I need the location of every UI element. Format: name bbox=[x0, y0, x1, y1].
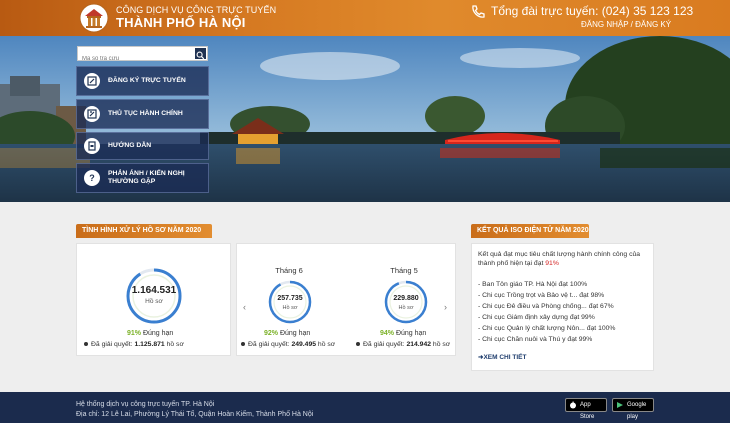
iso-title: KẾT QUẢ ISO ĐIỆN TỬ NĂM 2020 bbox=[471, 224, 589, 238]
search-button[interactable] bbox=[195, 48, 206, 60]
total-number: 1.164.531 bbox=[131, 285, 177, 296]
total-progress-ring bbox=[126, 268, 182, 324]
month-label: Tháng 5 bbox=[390, 266, 418, 275]
month-unit: Hồ sơ bbox=[282, 305, 298, 311]
menu-label: THỦ TỤC HÀNH CHÍNH bbox=[108, 110, 183, 117]
procedure-icon bbox=[84, 106, 100, 122]
menu-label-multiline: PHẢN ÁNH / KIẾN NGHỊ THƯỜNG GẶP bbox=[108, 170, 185, 186]
iso-intro: Kết quả đạt mục tiêu chất lượng hành chí… bbox=[478, 250, 650, 268]
list-item: - Chi cục Trồng trọt và Bảo vệ t... đạt … bbox=[478, 292, 605, 299]
search-input[interactable] bbox=[78, 52, 190, 66]
solved-value: 249.495 bbox=[291, 341, 317, 348]
menu-label: HƯỚNG DẪN bbox=[108, 142, 152, 149]
solved-label: Đã giải quyết: bbox=[248, 341, 292, 348]
month-pct-label: Đúng hạn bbox=[394, 330, 427, 337]
register-link[interactable]: ĐĂNG KÝ bbox=[635, 20, 671, 29]
question-icon: ? bbox=[84, 170, 100, 186]
solved-value: 214.942 bbox=[406, 341, 432, 348]
month-pct: 94% bbox=[380, 330, 395, 337]
month-pct-label: Đúng hạn bbox=[278, 330, 311, 337]
brand-title: THÀNH PHỐ HÀ NỘI bbox=[116, 15, 246, 30]
month-progress-ring bbox=[268, 280, 312, 324]
solved-unit: hồ sơ bbox=[164, 341, 184, 348]
brand-subtitle: CÔNG DỊCH VỤ CÔNG TRỰC TUYẾN bbox=[116, 5, 277, 15]
list-item: - Chi cục Giám định xây dựng đạt 99% bbox=[478, 314, 595, 321]
register-icon bbox=[84, 73, 100, 89]
menu-register-online[interactable]: ĐĂNG KÝ TRỰC TUYẾN bbox=[76, 66, 209, 96]
month-number: 257.735 bbox=[277, 295, 303, 302]
search-icon bbox=[196, 51, 205, 60]
total-pct-label: Đúng hạn bbox=[141, 330, 174, 337]
view-details-link[interactable]: ➜XEM CHI TIẾT bbox=[478, 353, 526, 361]
hotline-text: Tổng đài trực tuyến: (024) 35 123 123 bbox=[491, 4, 694, 18]
menu-label-line1: PHẢN ÁNH / KIẾN NGHỊ bbox=[108, 170, 185, 177]
total-solved: Đã giải quyết: 1.125.871 hồ sơ bbox=[84, 341, 184, 348]
menu-feedback[interactable]: ? PHẢN ÁNH / KIẾN NGHỊ THƯỜNG GẶP bbox=[76, 163, 209, 193]
prev-arrow-icon[interactable]: ‹ bbox=[243, 302, 246, 312]
total-ontime: 91% Đúng hạn bbox=[127, 330, 173, 337]
phone-icon bbox=[472, 5, 485, 18]
month-number: 229.880 bbox=[393, 295, 419, 302]
menu-guide[interactable]: HƯỚNG DẪN bbox=[76, 132, 209, 160]
total-unit: Hồ sơ bbox=[145, 298, 163, 305]
solved-label: Đã giải quyết: bbox=[91, 341, 135, 348]
solved-label: Đã giải quyết: bbox=[363, 341, 407, 348]
solved-unit: hồ sơ bbox=[316, 341, 336, 348]
month-ontime: 94% Đúng hạn bbox=[380, 330, 426, 337]
list-item: - Ban Tôn giáo TP. Hà Nội đạt 100% bbox=[478, 281, 588, 288]
month-unit: Hồ sơ bbox=[398, 305, 414, 311]
month-solved: Đã giải quyết: 214.942 hồ sơ bbox=[356, 341, 450, 348]
month-ontime: 92% Đúng hạn bbox=[264, 330, 310, 337]
auth-links: ĐĂNG NHẬP / ĐĂNG KÝ bbox=[581, 20, 671, 29]
next-arrow-icon[interactable]: › bbox=[444, 302, 447, 312]
solved-unit: hồ sơ bbox=[431, 341, 451, 348]
appstore-label: App Store bbox=[580, 402, 595, 420]
iso-intro-text: Kết quả đạt mục tiêu chất lượng hành chí… bbox=[478, 251, 641, 267]
iso-intro-pct: 91% bbox=[545, 260, 559, 267]
googleplay-button[interactable]: Google play bbox=[612, 398, 654, 420]
logo-icon[interactable] bbox=[79, 3, 109, 33]
appstore-button[interactable]: App Store bbox=[565, 398, 607, 420]
footer-address: Địa chỉ: 12 Lê Lai, Phường Lý Thái Tổ, Q… bbox=[76, 411, 314, 418]
total-pct: 91% bbox=[127, 330, 142, 337]
guide-icon bbox=[84, 138, 100, 154]
view-details-label: XEM CHI TIẾT bbox=[483, 354, 527, 361]
menu-label-line2: THƯỜNG GẶP bbox=[108, 178, 156, 185]
menu-label: ĐĂNG KÝ TRỰC TUYẾN bbox=[108, 77, 186, 84]
apple-icon bbox=[570, 401, 576, 409]
list-item: - Chi cục Quản lý chất lượng Nôn... đạt … bbox=[478, 325, 616, 332]
stats-title: TÌNH HÌNH XỬ LÝ HỒ SƠ NĂM 2020 bbox=[76, 224, 212, 238]
month-pct: 92% bbox=[264, 330, 279, 337]
month-label: Tháng 6 bbox=[275, 266, 303, 275]
month-solved: Đã giải quyết: 249.495 hồ sơ bbox=[241, 341, 335, 348]
list-item: - Chi cục Chăn nuôi và Thú y đạt 99% bbox=[478, 336, 593, 343]
googleplay-icon bbox=[617, 402, 623, 408]
login-link[interactable]: ĐĂNG NHẬP bbox=[581, 20, 628, 29]
search-box bbox=[77, 46, 208, 66]
month-progress-ring bbox=[384, 280, 428, 324]
iso-list[interactable]: - Ban Tôn giáo TP. Hà Nội đạt 100% - Chi… bbox=[478, 279, 650, 345]
list-item: - Chi cục Đê điều và Phòng chống... đạt … bbox=[478, 303, 614, 310]
menu-procedures[interactable]: THỦ TỤC HÀNH CHÍNH bbox=[76, 99, 209, 129]
solved-value: 1.125.871 bbox=[134, 341, 165, 348]
footer-system-name: Hệ thống dịch vụ công trực tuyến TP. Hà … bbox=[76, 401, 215, 408]
